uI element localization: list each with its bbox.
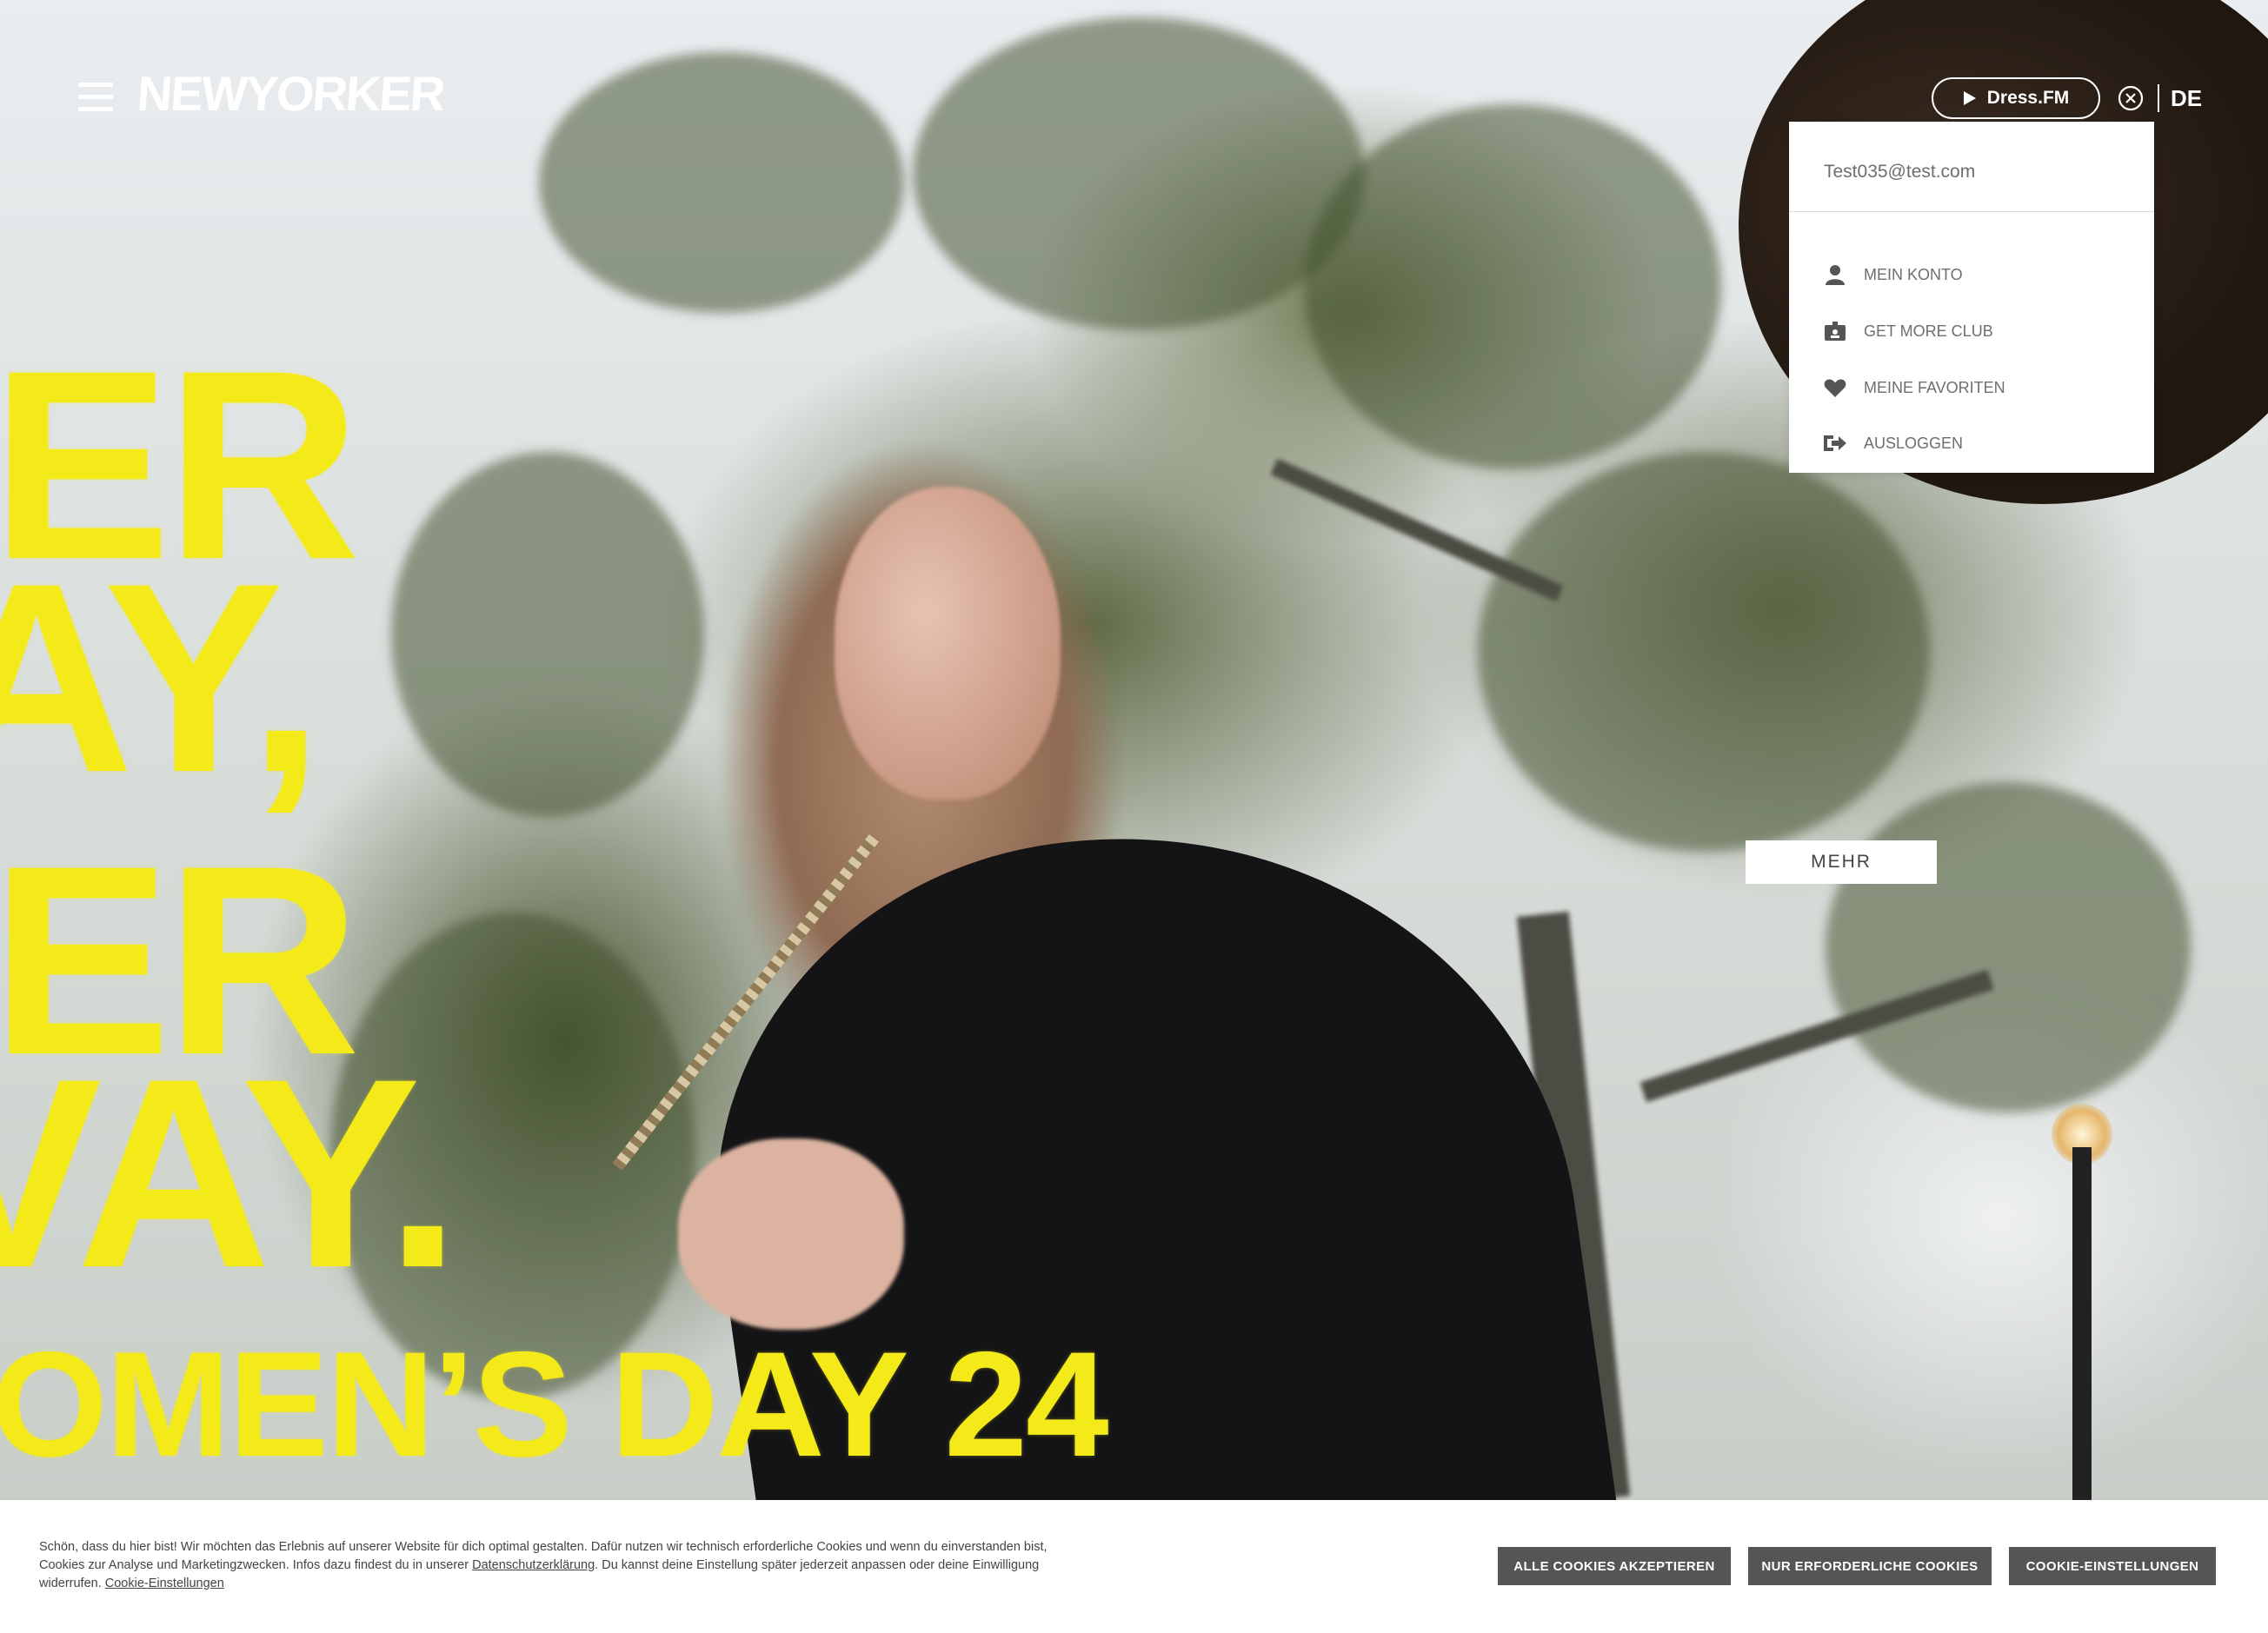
more-button[interactable]: MEHR (1746, 840, 1937, 884)
cookie-notice-text: Schön, dass du hier bist! Wir möchten da… (39, 1538, 1082, 1593)
menu-item-label: MEINE FAVORITEN (1864, 378, 2005, 396)
menu-item-my-account[interactable]: MEIN KONTO (1824, 257, 2119, 292)
cookie-settings-link[interactable]: Cookie-Einstellungen (105, 1577, 224, 1590)
privacy-policy-link[interactable]: Datenschutzerklärung (472, 1558, 595, 1572)
hero-campaign-title: OMEN’S DAY 24 (0, 1321, 1109, 1488)
close-circle-icon[interactable] (2118, 85, 2144, 111)
language-selector[interactable]: DE (2171, 85, 2202, 112)
heart-icon (1824, 376, 1846, 399)
cookie-banner: Schön, dass du hier bist! Wir möchten da… (0, 1500, 2268, 1633)
dress-fm-play-button[interactable]: Dress.FM (1932, 77, 2100, 119)
page: ER AY, ER VAY. OMEN’S DAY 24 NEWYORKER D… (0, 0, 2268, 1633)
dress-fm-label: Dress.FM (1986, 88, 2070, 108)
account-dropdown: Test035@test.com MEIN KONTO GET MORE CLU… (1789, 122, 2154, 473)
menu-item-favorites[interactable]: MEINE FAVORITEN (1824, 370, 2119, 405)
play-icon (1963, 91, 1976, 105)
account-divider (1789, 211, 2154, 212)
hero-slogan-line-4: VAY. (0, 1022, 461, 1324)
user-icon (1824, 263, 1846, 286)
cookie-settings-button[interactable]: COOKIE-EINSTELLUNGEN (2009, 1547, 2216, 1585)
member-card-icon (1824, 320, 1846, 342)
account-email: Test035@test.com (1824, 162, 1976, 182)
header-divider (2158, 84, 2159, 112)
logout-icon (1824, 432, 1846, 455)
menu-item-logout[interactable]: AUSLOGGEN (1824, 426, 2119, 461)
necessary-cookies-only-button[interactable]: NUR ERFORDERLICHE COOKIES (1748, 1547, 1992, 1585)
hero-slogan-line-2: AY, (0, 527, 323, 828)
menu-item-label: GET MORE CLUB (1864, 322, 1993, 340)
menu-item-label: AUSLOGGEN (1864, 434, 1964, 452)
accept-all-cookies-button[interactable]: ALLE COOKIES AKZEPTIEREN (1498, 1547, 1731, 1585)
brand-logo[interactable]: NEWYORKER (136, 66, 446, 121)
hamburger-menu-icon[interactable] (78, 83, 113, 112)
menu-item-label: MEIN KONTO (1864, 265, 1963, 283)
menu-item-get-more-club[interactable]: GET MORE CLUB (1824, 314, 2119, 349)
